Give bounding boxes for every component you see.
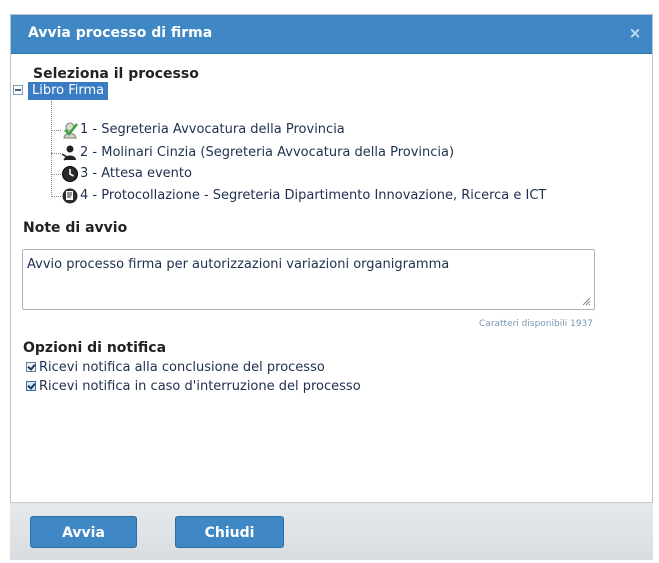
step-label: 4 - Protocollazione - Segreteria Diparti…: [80, 188, 547, 203]
resize-grip-icon[interactable]: [582, 297, 591, 306]
notes-heading: Note di avvio: [23, 220, 128, 236]
user-sign-icon: [61, 145, 76, 161]
notification-heading: Opzioni di notifica: [23, 340, 167, 356]
dialog-footer: Avvia Chiudi: [10, 502, 653, 560]
notes-text: Avvio processo firma per autorizzazioni …: [27, 257, 450, 272]
step-label: 3 - Attesa evento: [80, 166, 192, 181]
chars-available: Caratteri disponibili 1937: [479, 319, 593, 329]
protocol-document-icon: [62, 188, 78, 204]
tree-connector: [51, 101, 52, 195]
checkbox-label: Ricevi notifica alla conclusione del pro…: [39, 360, 325, 375]
dialog-title: Avvia processo di firma: [28, 25, 213, 41]
close-icon[interactable]: ×: [626, 24, 644, 42]
notify-interruption-checkbox[interactable]: [26, 381, 36, 391]
step-label: 1 - Segreteria Avvocatura della Provinci…: [80, 122, 345, 137]
process-heading: Seleziona il processo: [33, 66, 199, 82]
tree-root-label[interactable]: Libro Firma: [28, 82, 109, 100]
start-button[interactable]: Avvia: [30, 516, 137, 548]
notify-on-interruption-option[interactable]: Ricevi notifica in caso d'interruzione d…: [26, 379, 361, 395]
close-button[interactable]: Chiudi: [175, 516, 284, 548]
collapse-toggle-icon[interactable]: [13, 85, 23, 95]
clock-icon: [62, 166, 78, 182]
green-check-user-icon: [63, 122, 78, 139]
dialog-titlebar: Avvia processo di firma ×: [11, 15, 652, 54]
step-label: 2 - Molinari Cinzia (Segreteria Avvocatu…: [80, 145, 455, 160]
notify-on-completion-option[interactable]: Ricevi notifica alla conclusione del pro…: [26, 360, 325, 376]
notes-textarea[interactable]: Avvio processo firma per autorizzazioni …: [22, 249, 595, 310]
notify-completion-checkbox[interactable]: [26, 362, 36, 372]
checkbox-label: Ricevi notifica in caso d'interruzione d…: [39, 379, 361, 394]
